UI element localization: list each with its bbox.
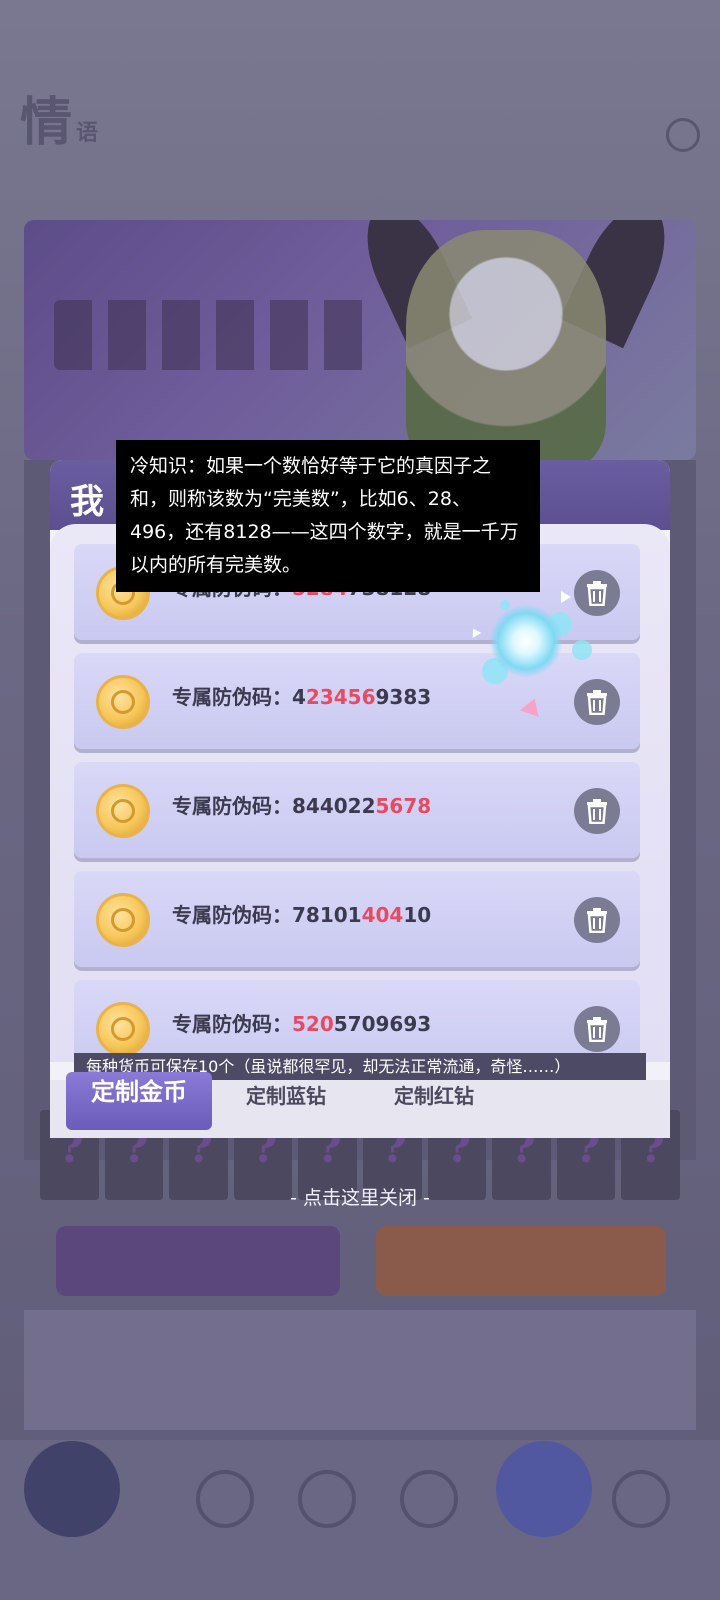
coin-card[interactable]: 专属防伪码：5205709693 [74,980,640,1062]
nav-icon-3 [400,1470,458,1528]
banner-title-art [54,300,374,370]
gold-coin-icon [96,1002,150,1056]
gold-coin-icon [96,675,150,729]
nav-icon-4 [612,1470,670,1528]
background-panel [24,1310,696,1430]
coin-list[interactable]: 专属防伪码：5284738128 专属防伪码：4234569383 专属防伪码：… [50,524,670,1062]
promo-banner [24,220,696,460]
coin-code: 专属防伪码：7810140410 [172,903,432,927]
coin-card[interactable]: 专属防伪码：7810140410 [74,871,640,967]
background-button-left [56,1226,340,1296]
trash-icon[interactable] [574,1006,620,1052]
trivia-tooltip: 冷知识：如果一个数恰好等于它的真因子之和，则称该数为“完美数”，比如6、28、4… [116,440,540,592]
trash-icon[interactable] [574,897,620,943]
coin-code: 专属防伪码：4234569383 [172,685,432,709]
sparkle-triangle [561,591,571,603]
gold-coin-icon [96,784,150,838]
coin-code: 专属防伪码：8440225678 [172,794,432,818]
app-logo: 情语 [20,92,99,153]
coin-card[interactable]: 专属防伪码：4234569383 [74,653,640,749]
tab-custom-red-diamond[interactable]: 定制红钻 [394,1080,474,1138]
coin-card[interactable]: 专属防伪码：8440225678 [74,762,640,858]
nav-back-icon [24,1441,120,1537]
trash-icon[interactable] [574,679,620,725]
trash-icon[interactable] [574,570,620,616]
background-button-right [376,1226,666,1296]
sparkle-bubble [572,640,592,660]
bottom-navigation [0,1440,720,1600]
settings-icon [666,118,700,152]
nav-icon-1 [196,1470,254,1528]
modal-title: 我 [70,482,104,522]
tab-custom-gold[interactable]: 定制金币 [66,1072,212,1130]
trash-icon[interactable] [574,788,620,834]
tap-sparkle-effect [490,605,562,677]
coin-code: 专属防伪码：5205709693 [172,1012,432,1036]
currency-tabs: 定制金币 定制蓝钻 定制红钻 [50,1072,670,1138]
nav-icon-2 [298,1470,356,1528]
gold-coin-icon [96,893,150,947]
nav-active-icon [496,1441,592,1537]
tab-custom-blue-diamond[interactable]: 定制蓝钻 [246,1080,326,1138]
character-illustration [406,230,606,460]
close-hint[interactable]: - 点击这里关闭 - [0,1183,720,1210]
